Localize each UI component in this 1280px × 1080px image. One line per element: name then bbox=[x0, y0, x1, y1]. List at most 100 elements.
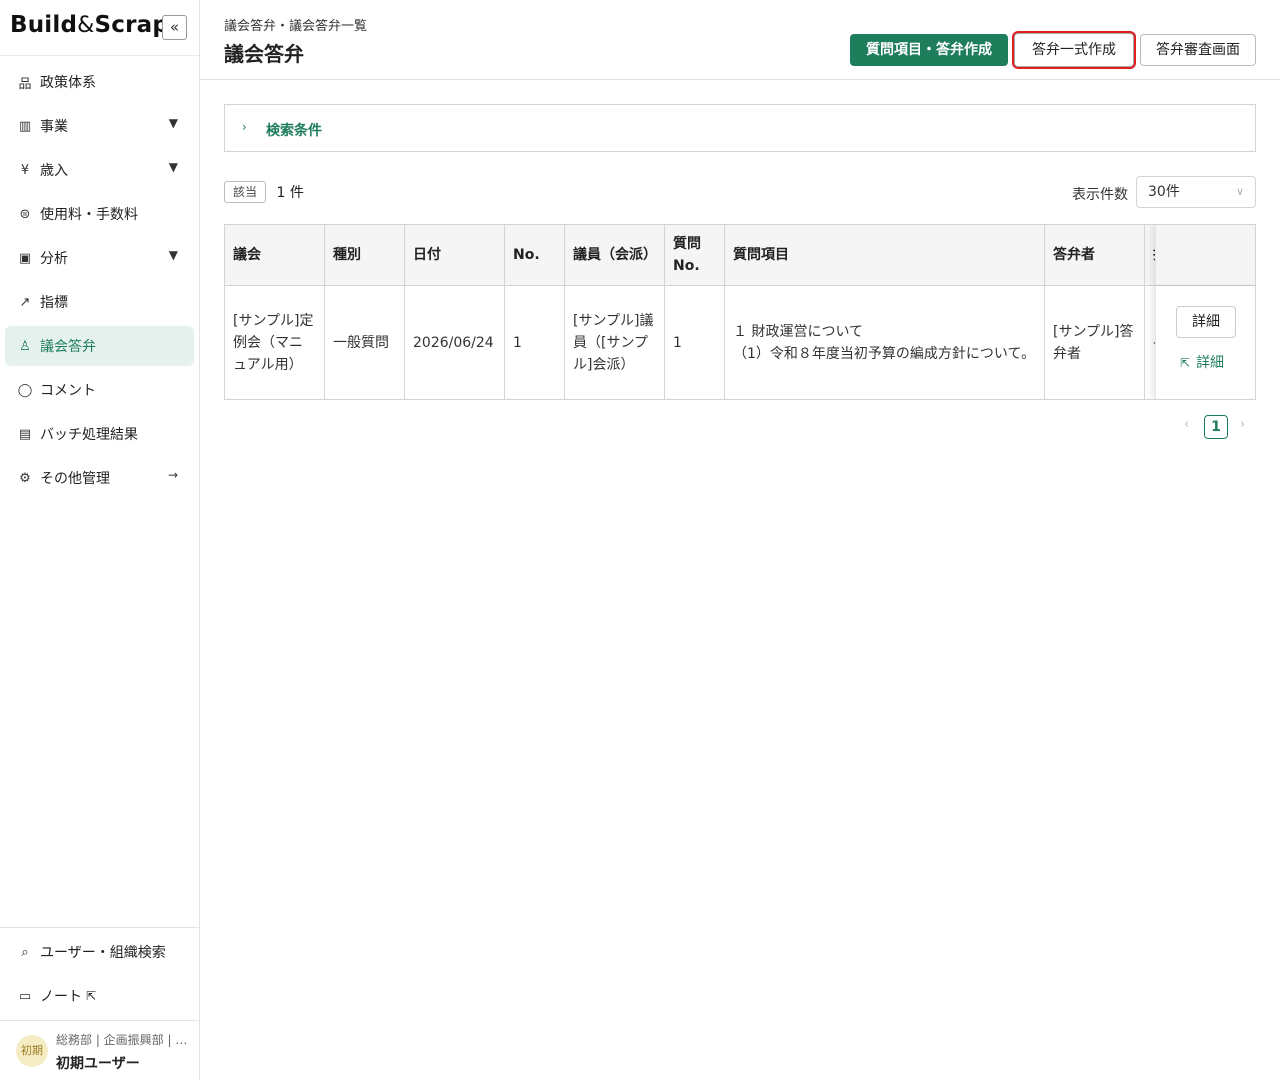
create-answer-set-button[interactable]: 答弁一式作成 bbox=[1014, 33, 1134, 67]
sidebar-item-notes[interactable]: ▭ ノート ⇱ bbox=[5, 976, 194, 1016]
sidebar-item-label: コメント bbox=[40, 383, 96, 399]
double-chevron-left-icon: « bbox=[169, 18, 180, 36]
create-question-answer-button[interactable]: 質問項目・答弁作成 bbox=[850, 34, 1008, 66]
user-profile[interactable]: 初期 総務部 | 企画振興部 | … 初期ユーザー bbox=[0, 1020, 199, 1080]
header-answerer[interactable]: 答弁者 bbox=[1045, 225, 1145, 285]
sidebar-item-fees[interactable]: ⊜ 使用料・手数料 bbox=[5, 194, 194, 234]
sidebar-item-label: ノート bbox=[40, 989, 82, 1005]
sidebar-item-label: 使用料・手数料 bbox=[40, 207, 138, 223]
sidebar-item-label: 事業 bbox=[40, 119, 68, 135]
external-link-icon: ⇱ bbox=[86, 989, 97, 1003]
sidebar-item-label: 歳入 bbox=[40, 163, 68, 179]
result-count-value: 1 件 bbox=[276, 185, 304, 201]
page-size-value: 30件 bbox=[1148, 184, 1180, 200]
header-no[interactable]: No. bbox=[505, 225, 565, 285]
app-logo[interactable]: Build&Scrap bbox=[10, 12, 169, 38]
collapse-sidebar-button[interactable]: « bbox=[162, 15, 187, 40]
breadcrumb[interactable]: 議会答弁・議会答弁一覧 bbox=[224, 15, 367, 34]
question-line: （1）令和８年度当初予算の編成方針について。 bbox=[733, 345, 1036, 362]
cell-question-no: 1 bbox=[665, 286, 725, 399]
sidebar-item-revenue[interactable]: ¥ 歳入 ▼ bbox=[5, 150, 194, 190]
table-header-row: 議会 種別 日付 No. 議員（会派） 質問No. 質問項目 答弁者 担 bbox=[225, 225, 1255, 286]
sidebar-item-projects[interactable]: ▥ 事業 ▼ bbox=[5, 106, 194, 146]
detail-link-label: 詳細 bbox=[1196, 355, 1225, 371]
board-icon: ▣ bbox=[18, 250, 32, 266]
sidebar-item-label: その他管理 bbox=[40, 471, 110, 487]
result-count: 該当 1 件 bbox=[224, 181, 304, 203]
sidebar-item-policy[interactable]: 品政策体系 bbox=[5, 62, 194, 102]
book-icon: ▭ bbox=[18, 988, 32, 1004]
sidebar-item-council-answers[interactable]: ♙ 議会答弁 bbox=[5, 326, 194, 366]
header-question[interactable]: 質問項目 bbox=[725, 225, 1045, 285]
next-page-button[interactable]: › bbox=[1240, 417, 1245, 432]
sidebar-item-label: 分析 bbox=[40, 251, 68, 267]
main-content: › 検索条件 該当 1 件 表示件数 30件 ∨ 議会 種別 日付 No. 議員… bbox=[200, 80, 1280, 1080]
chevron-down-icon: ▼ bbox=[168, 160, 178, 174]
sidebar-item-label: ユーザー・組織検索 bbox=[40, 945, 166, 961]
answer-review-button[interactable]: 答弁審査画面 bbox=[1140, 34, 1256, 66]
sidebar-item-label: 議会答弁 bbox=[40, 339, 96, 355]
sidebar-item-analysis[interactable]: ▣ 分析 ▼ bbox=[5, 238, 194, 278]
table-row[interactable]: [サンプル]定例会（マニュアル用） 一般質問 2026/06/24 1 [サンプ… bbox=[225, 286, 1255, 399]
page-1-button[interactable]: 1 bbox=[1204, 415, 1228, 439]
row-action-column: 詳細 ⇱ 詳細 bbox=[1155, 286, 1255, 399]
header-member[interactable]: 議員（会派） bbox=[565, 225, 665, 285]
header-question-no[interactable]: 質問No. bbox=[665, 225, 725, 285]
cell-member: [サンプル]議員（[サンプル]会派） bbox=[565, 286, 665, 399]
sidebar-nav: 品政策体系 ▥ 事業 ▼ ¥ 歳入 ▼ ⊜ 使用料・手数料 ▣ 分析 ▼ ↗ 指標 ♙ 議会答弁 … bbox=[0, 56, 199, 498]
header-type[interactable]: 種別 bbox=[325, 225, 405, 285]
sidebar-item-other-admin[interactable]: ⚙ その他管理 → bbox=[5, 458, 194, 498]
detail-button[interactable]: 詳細 bbox=[1176, 306, 1236, 338]
sidebar-item-batch-results[interactable]: ▤ バッチ処理結果 bbox=[5, 414, 194, 454]
cell-no: 1 bbox=[505, 286, 565, 399]
arrow-right-icon: → bbox=[167, 468, 178, 482]
answers-table: 議会 種別 日付 No. 議員（会派） 質問No. 質問項目 答弁者 担 [サン… bbox=[224, 224, 1256, 400]
external-link-icon: ⇱ bbox=[1180, 356, 1191, 370]
sidebar-bottom: ⌕ ユーザー・組織検索 ▭ ノート ⇱ 初期 総務部 | 企画振興部 | … 初期ユー… bbox=[0, 927, 199, 1080]
detail-new-tab-link[interactable]: ⇱ 詳細 bbox=[1180, 352, 1224, 372]
header-action-column bbox=[1155, 225, 1255, 285]
user-name: 初期ユーザー bbox=[56, 1056, 140, 1072]
sidebar-item-label: 指標 bbox=[40, 295, 68, 311]
result-badge: 該当 bbox=[224, 181, 267, 203]
sidebar-item-label: 政策体系 bbox=[40, 75, 96, 91]
podium-icon: ♙ bbox=[19, 338, 31, 354]
sidebar-item-comments[interactable]: ◯ コメント bbox=[5, 370, 194, 410]
chevron-down-icon: ▼ bbox=[168, 248, 178, 262]
search-conditions-label: 検索条件 bbox=[266, 123, 322, 139]
logo-area: Build&Scrap « bbox=[0, 0, 199, 56]
cell-council: [サンプル]定例会（マニュアル用） bbox=[225, 286, 325, 399]
sidebar: Build&Scrap « 品政策体系 ▥ 事業 ▼ ¥ 歳入 ▼ ⊜ 使用料・手数料 ▣… bbox=[0, 0, 200, 1080]
sidebar-item-label: バッチ処理結果 bbox=[40, 427, 138, 443]
sidebar-item-indicators[interactable]: ↗ 指標 bbox=[5, 282, 194, 322]
hand-coin-icon: ⊜ bbox=[19, 206, 31, 222]
search-icon: ⌕ bbox=[21, 944, 29, 960]
sidebar-item-user-search[interactable]: ⌕ ユーザー・組織検索 bbox=[5, 932, 194, 972]
question-line: １ 財政運営について bbox=[733, 323, 864, 340]
header-date[interactable]: 日付 bbox=[405, 225, 505, 285]
cell-date: 2026/06/24 bbox=[405, 286, 505, 399]
chevron-down-icon: ∨ bbox=[1235, 185, 1244, 198]
divider bbox=[0, 927, 199, 928]
search-conditions-panel[interactable]: › 検索条件 bbox=[224, 104, 1256, 152]
page-header: 議会答弁・議会答弁一覧 議会答弁 質問項目・答弁作成 答弁一式作成 答弁審査画面 bbox=[200, 0, 1280, 80]
page-size-select[interactable]: 30件 ∨ bbox=[1136, 176, 1256, 208]
terminal-icon: ▤ bbox=[18, 426, 32, 442]
trend-line-icon: ↗ bbox=[19, 294, 31, 310]
cell-answerer: [サンプル]答弁者 bbox=[1045, 286, 1145, 399]
hierarchy-icon: 品 bbox=[18, 76, 32, 92]
yen-document-icon: ¥ bbox=[20, 162, 30, 178]
gear-icon: ⚙ bbox=[19, 470, 31, 486]
chevron-right-icon: › bbox=[242, 120, 247, 134]
bar-chart-icon: ▥ bbox=[18, 118, 32, 134]
page-title: 議会答弁 bbox=[224, 42, 304, 66]
user-department: 総務部 | 企画振興部 | … bbox=[56, 1033, 186, 1047]
prev-page-button[interactable]: ‹ bbox=[1184, 417, 1189, 432]
cell-question: １ 財政運営について （1）令和８年度当初予算の編成方針について。 bbox=[725, 286, 1045, 399]
chevron-down-icon: ▼ bbox=[168, 116, 178, 130]
avatar: 初期 bbox=[16, 1035, 48, 1067]
cell-type: 一般質問 bbox=[325, 286, 405, 399]
comment-icon: ◯ bbox=[17, 382, 33, 398]
header-council[interactable]: 議会 bbox=[225, 225, 325, 285]
page-size-label: 表示件数 bbox=[1072, 187, 1128, 203]
